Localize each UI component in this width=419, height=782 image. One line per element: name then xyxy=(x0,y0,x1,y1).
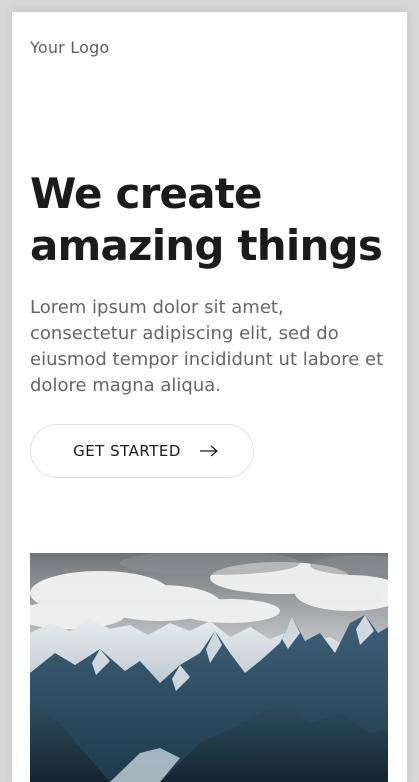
page-card: Your Logo We create amazing things Lorem… xyxy=(12,12,407,782)
hero-headline: We create amazing things xyxy=(30,168,400,272)
arrow-right-icon xyxy=(199,445,219,457)
headline-line-1: We create xyxy=(30,169,263,218)
hero-description: Lorem ipsum dolor sit amet, consectetur … xyxy=(30,297,384,396)
get-started-label: GET STARTED xyxy=(73,442,181,460)
mountain-landscape-image xyxy=(30,553,388,782)
headline-line-2: amazing things xyxy=(30,221,383,270)
get-started-button[interactable]: GET STARTED xyxy=(30,424,254,478)
site-logo[interactable]: Your Logo xyxy=(30,38,109,57)
